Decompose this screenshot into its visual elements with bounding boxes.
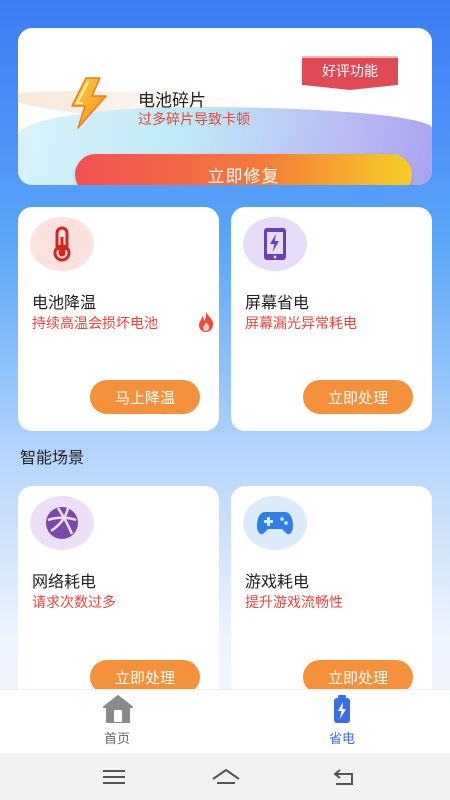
card-title: 网络耗电 xyxy=(32,572,97,591)
hero-subtitle: 过多碎片导致卡顿 xyxy=(138,112,250,128)
featured-badge: 好评功能 xyxy=(302,56,398,90)
battery-cooling-card[interactable]: 电池降温 持续高温会损坏电池 马上降温 xyxy=(18,207,219,431)
game-power-card[interactable]: 游戏耗电 提升游戏流畅性 立即处理 xyxy=(231,486,432,706)
hero-title: 电池碎片 xyxy=(138,91,206,111)
menu-icon[interactable] xyxy=(100,765,128,789)
home-key-icon[interactable] xyxy=(210,765,242,789)
handle-now-button[interactable]: 立即处理 xyxy=(303,380,413,414)
section-title: 智能场景 xyxy=(20,448,85,467)
card-description: 提升游戏流畅性 xyxy=(245,595,343,611)
repair-now-button[interactable]: 立即修复 xyxy=(75,154,412,185)
home-icon xyxy=(103,695,133,723)
tab-label: 省电 xyxy=(328,732,355,747)
back-icon[interactable] xyxy=(330,765,358,789)
bottom-tab-bar: 首页 省电 xyxy=(0,689,450,753)
card-description: 请求次数过多 xyxy=(32,595,116,611)
thermometer-icon xyxy=(30,217,94,271)
battery-fragment-card: 电池碎片 过多碎片导致卡顿 好评功能 立即修复 xyxy=(18,28,432,185)
network-power-card[interactable]: 网络耗电 请求次数过多 立即处理 xyxy=(18,486,219,706)
tab-label: 首页 xyxy=(103,732,130,747)
lightning-bolt-icon xyxy=(71,77,107,129)
network-globe-icon xyxy=(30,496,94,550)
fire-icon xyxy=(199,312,214,332)
card-description: 屏幕漏光异常耗电 xyxy=(245,316,357,332)
card-title: 游戏耗电 xyxy=(245,572,310,591)
phone-charge-icon xyxy=(243,217,307,271)
card-title: 屏幕省电 xyxy=(245,293,310,312)
cool-down-button[interactable]: 马上降温 xyxy=(90,380,200,414)
battery-icon xyxy=(334,695,350,723)
card-description: 持续高温会损坏电池 xyxy=(32,316,158,332)
screen-saving-card[interactable]: 屏幕省电 屏幕漏光异常耗电 立即处理 xyxy=(231,207,432,431)
card-title: 电池降温 xyxy=(32,293,97,312)
tab-power-saving[interactable]: 省电 xyxy=(282,690,402,754)
system-navigation-bar xyxy=(0,753,450,800)
tab-home[interactable]: 首页 xyxy=(57,690,177,754)
gamepad-icon xyxy=(243,496,307,550)
